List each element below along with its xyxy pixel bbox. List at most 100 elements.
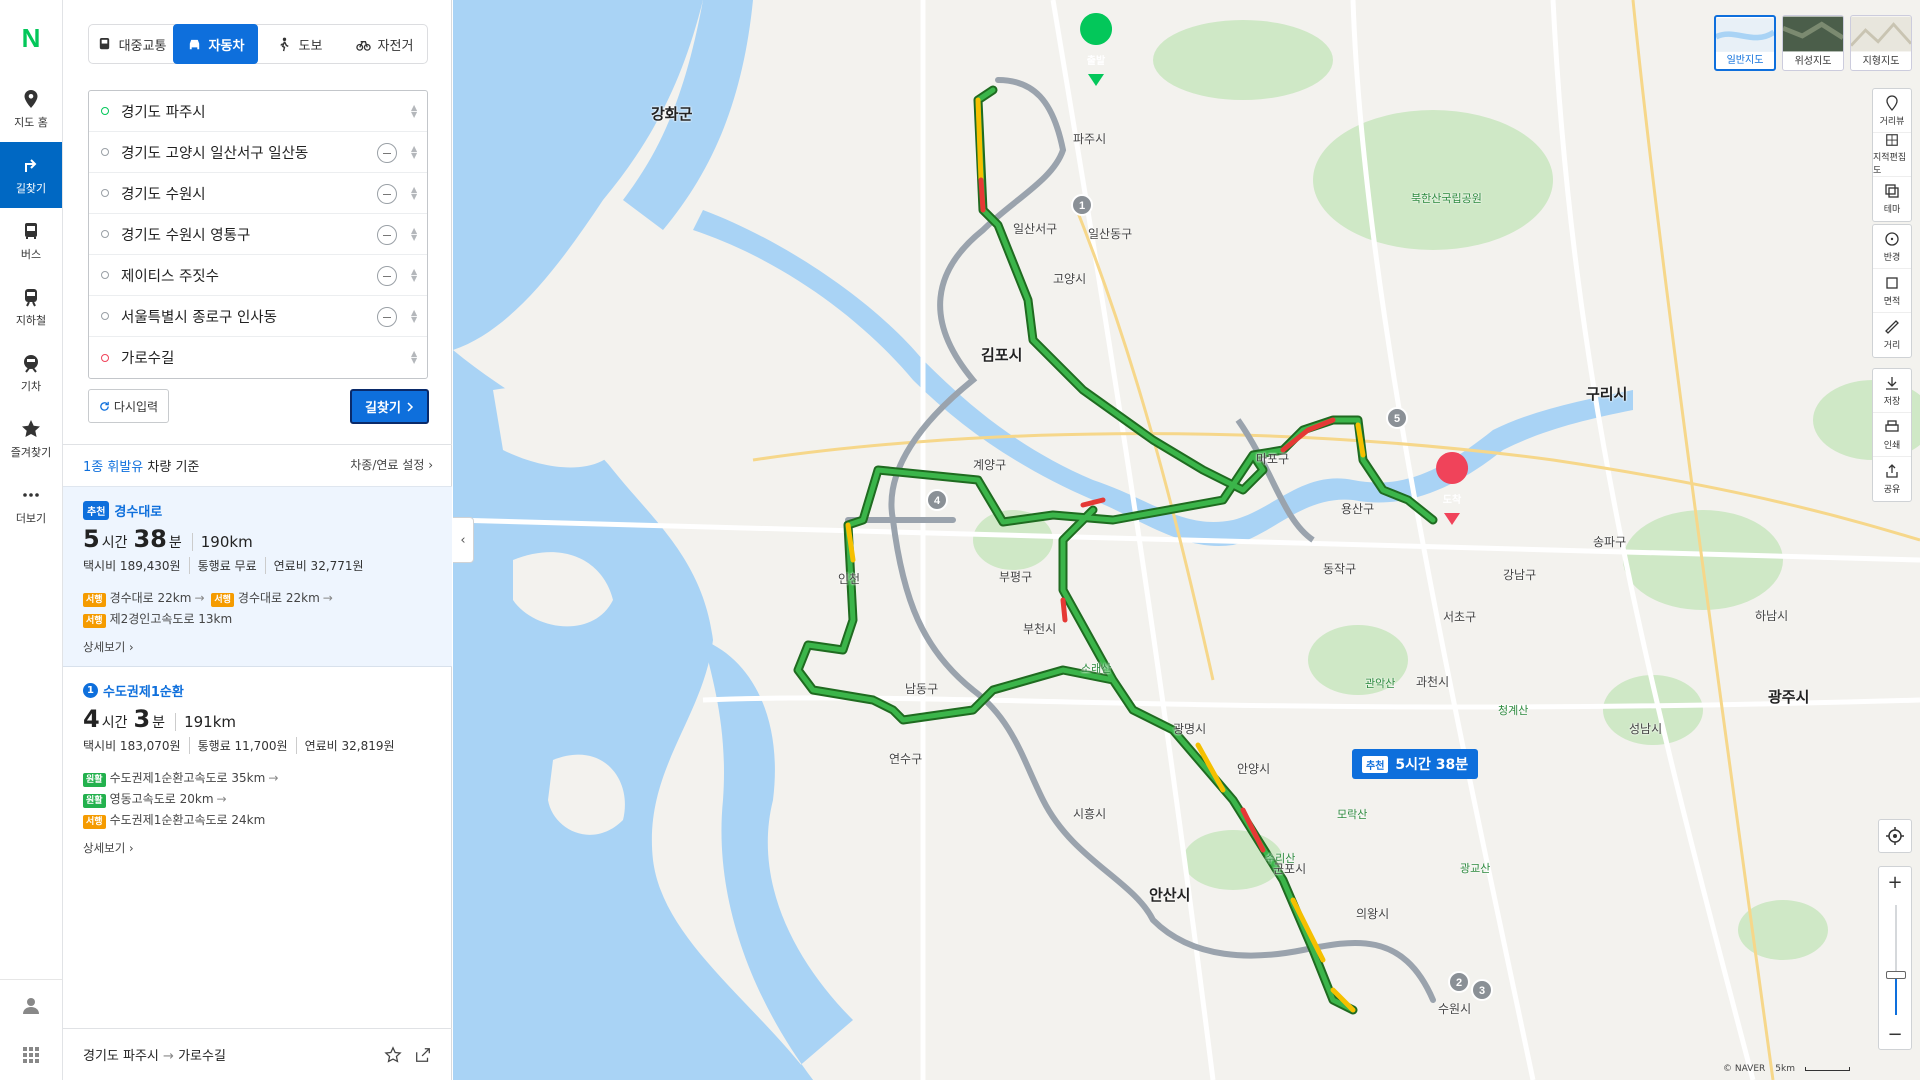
collapse-panel-button[interactable]: ‹ [453,517,474,563]
tab-transit[interactable]: 대중교통 [89,25,174,63]
nav-more[interactable]: 더보기 [0,472,62,538]
cadastral-icon [1886,134,1898,146]
route-option-1[interactable]: 1 수도권제1순환 4 시간 3분 191km 택시비 183,070원 통행료 … [63,667,452,867]
route-time-bubble[interactable]: 추천 5시간 38분 [1352,749,1479,779]
remove-waypoint-button[interactable] [377,143,397,163]
scale-label: 5km [1775,1064,1795,1074]
chevron-left-icon: ‹ [460,532,466,548]
segment-line: 서행 수도권제1순환고속도로 24km [83,810,432,831]
naver-logo[interactable]: N [0,0,62,76]
details-link[interactable]: 상세보기 › [83,840,432,856]
layer-normal[interactable]: 일반지도 [1714,15,1776,71]
zoom-out-button[interactable]: − [1879,1019,1911,1049]
waypoint-text: 경기도 파주시 [121,104,206,121]
drag-handle-icon[interactable]: ▲ ▼ [411,186,417,201]
waypoint-5[interactable]: 서울특별시 종로구 인사동 ▲ ▼ [89,296,427,337]
via-dot-icon [101,312,109,320]
segment-text: 수도권제1순환고속도로 35km [109,771,266,785]
drag-handle-icon[interactable]: ▲ ▼ [411,145,417,160]
tool-share[interactable]: 공유 [1873,457,1911,501]
drag-handle-icon[interactable]: ▲ ▼ [411,350,417,365]
nav-bus[interactable]: 버스 [0,208,62,274]
tool-print[interactable]: 인쇄 [1873,413,1911,457]
subway-icon [25,288,37,306]
segment-text: 경수대로 22km [109,591,192,605]
map-label-place: 시흥시 [1073,807,1107,821]
nav-label: 즐겨찾기 [10,445,52,459]
waypoint-text: 가로수길 [121,351,175,367]
map-label-park: 광교산 [1460,862,1491,875]
zoom-in-button[interactable]: + [1879,867,1911,897]
drag-handle-icon[interactable]: ▲ ▼ [411,268,417,283]
zoom-slider-handle[interactable] [1886,971,1906,979]
map-label-city: 광주시 [1768,688,1810,706]
waypoint-end[interactable]: 가로수길 ▲ ▼ [89,337,427,378]
nav-directions[interactable]: 길찾기 [0,142,62,208]
tool-radius[interactable]: 반경 [1873,225,1911,269]
drag-handle-icon[interactable]: ▲ ▼ [411,104,417,119]
waypoint-2[interactable]: 경기도 수원시 ▲ ▼ [89,173,427,214]
reset-button[interactable]: 다시입력 [88,389,169,423]
layer-satellite[interactable]: 위성지도 [1782,15,1844,71]
map-layer-switcher: 일반지도 위성지도 지형지도 [1714,15,1912,71]
map-canvas[interactable]: 1 2 3 4 5 출발 도착 강화군 김포시 구리시 안산시 광주시 일산서구… [453,0,1920,1080]
find-route-button[interactable]: 길찾기 [350,389,429,424]
tab-car[interactable]: 자동차 [173,24,258,64]
waypoint-3[interactable]: 경기도 수원시 영통구 ▲ ▼ [89,214,427,255]
segment-text: 제2경인고속도로 13km [109,612,233,626]
star-outline-icon[interactable] [384,1045,402,1064]
directions-panel: 대중교통 자동차 도보 자전거 경기도 파주시 ▲ ▼ 경기도 고양시 일산서구 일… [63,0,452,1080]
current-location-button[interactable] [1878,819,1912,853]
drag-handle-icon[interactable]: ▲ ▼ [411,227,417,242]
tool-distance[interactable]: 거리 [1873,313,1911,357]
details-link[interactable]: 상세보기 › [83,639,432,655]
tool-cadastral[interactable]: 지적편집도 [1873,133,1911,177]
nav-label: 버스 [20,247,42,261]
more-icon [23,492,39,497]
map-label-place: 파주시 [1073,132,1107,146]
remove-waypoint-button[interactable] [377,266,397,286]
hours-unit: 시간 [101,535,128,551]
tab-label: 자동차 [208,38,245,54]
drag-handle-icon[interactable]: ▲ ▼ [411,309,417,324]
waypoint-4[interactable]: 제이티스 주짓수 ▲ ▼ [89,255,427,296]
route-costs: 택시비 183,070원 통행료 11,700원 연료비 32,819원 [83,737,432,754]
nav-train[interactable]: 기차 [0,340,62,406]
map-label-place: 수원시 [1438,1002,1472,1016]
nav-map-home[interactable]: 지도 홈 [0,76,62,142]
map-label-park: 청계산 [1498,704,1529,717]
waypoint-text: 경기도 수원시 [121,186,206,203]
nav-favorites[interactable]: 즐겨찾기 [0,406,62,472]
remove-waypoint-button[interactable] [377,225,397,245]
traffic-tag: 서행 [83,593,106,607]
waypoint-text: 경기도 수원시 영통구 [121,227,251,244]
tool-save[interactable]: 저장 [1873,369,1911,413]
vehicle-settings-link[interactable]: 차종/연료 설정 › [350,456,433,475]
waypoint-1[interactable]: 경기도 고양시 일산서구 일산동 ▲ ▼ [89,132,427,173]
map-tools-group-1: 거리뷰 지적편집도 테마 [1872,88,1912,222]
user-button[interactable] [0,980,62,1030]
remove-waypoint-button[interactable] [377,184,397,204]
bus-icon [25,222,37,239]
apps-button[interactable] [0,1030,62,1080]
route-summary: 경기도 파주시 → 가로수길 [83,1045,372,1064]
map-label-city: 강화군 [651,105,693,123]
route-name: 수도권제1순환 [103,685,184,700]
end-dot-icon [101,353,109,362]
tab-bicycle[interactable]: 자전거 [342,25,427,63]
tool-label: 인쇄 [1883,440,1901,451]
tool-area[interactable]: 면적 [1873,269,1911,313]
layer-terrain[interactable]: 지형지도 [1850,15,1912,71]
tool-street-view[interactable]: 거리뷰 [1873,89,1911,133]
svg-text:1: 1 [1079,200,1085,212]
map-label-city: 김포시 [981,346,1023,364]
tab-walk[interactable]: 도보 [257,25,342,63]
remove-waypoint-button[interactable] [377,307,397,327]
waypoint-start[interactable]: 경기도 파주시 ▲ ▼ [89,91,427,132]
traffic-tag: 서행 [83,614,106,628]
tool-theme[interactable]: 테마 [1873,177,1911,221]
segment-line: 서행 제2경인고속도로 13km [83,609,432,630]
share-icon[interactable] [414,1046,432,1064]
route-option-recommended[interactable]: 추천 경수대로 5 시간 38 분 190km 택시비 189,430원 통행료 무… [63,486,452,667]
nav-subway[interactable]: 지하철 [0,274,62,340]
